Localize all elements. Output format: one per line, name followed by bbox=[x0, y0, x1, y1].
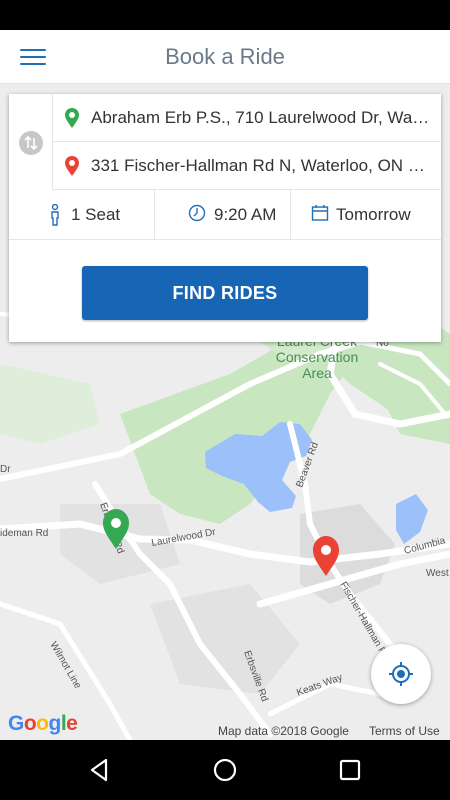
back-triangle-icon[interactable] bbox=[86, 756, 114, 784]
system-nav-bar bbox=[0, 740, 450, 800]
my-location-button[interactable] bbox=[371, 644, 431, 704]
street-label: ideman Rd bbox=[0, 528, 48, 539]
find-rides-button[interactable]: FIND RIDES bbox=[82, 266, 368, 320]
map-credit: Map data ©2018 Google bbox=[218, 724, 349, 738]
destination-field[interactable]: 331 Fischer-Hallman Rd N, Waterloo, ON N… bbox=[53, 142, 441, 190]
calendar-icon bbox=[311, 205, 329, 221]
destination-address: 331 Fischer-Hallman Rd N, Waterloo, ON N… bbox=[91, 156, 433, 175]
street-label: Wilmot Line bbox=[47, 640, 83, 691]
street-label: Fischer-Hallman R bbox=[337, 580, 388, 657]
time-selector[interactable]: 9:20 AM bbox=[155, 190, 291, 240]
my-location-icon bbox=[389, 662, 413, 686]
seat-selector[interactable]: 1 Seat bbox=[9, 190, 155, 240]
ride-options: 1 Seat 9:20 AM Tomorrow bbox=[9, 190, 441, 240]
park-area-5 bbox=[0, 364, 100, 444]
park-label: Conservation bbox=[276, 349, 359, 365]
home-circle-icon[interactable] bbox=[211, 756, 239, 784]
app-bar: Book a Ride bbox=[0, 30, 450, 84]
google-logo: Google bbox=[8, 712, 78, 735]
clock-icon bbox=[188, 204, 206, 222]
day-label: Tomorrow bbox=[336, 205, 411, 224]
day-selector[interactable]: Tomorrow bbox=[291, 190, 441, 240]
seat-label: 1 Seat bbox=[71, 205, 121, 224]
time-label: 9:20 AM bbox=[214, 205, 277, 224]
park-label: Area bbox=[302, 365, 332, 381]
page-title: Book a Ride bbox=[165, 44, 285, 69]
destination-pin-icon bbox=[65, 156, 79, 176]
origin-pin-icon bbox=[65, 108, 79, 128]
terms-of-use-link[interactable]: Terms of Use bbox=[369, 724, 440, 738]
swap-vertical-icon[interactable] bbox=[19, 131, 43, 155]
origin-address: Abraham Erb P.S., 710 Laurelwood Dr, Wat… bbox=[91, 108, 433, 127]
origin-field[interactable]: Abraham Erb P.S., 710 Laurelwood Dr, Wat… bbox=[53, 94, 441, 142]
street-label: Dr bbox=[0, 464, 11, 475]
swap-column bbox=[9, 94, 53, 190]
status-bar bbox=[0, 0, 450, 30]
person-icon bbox=[51, 204, 59, 226]
street-label: West bbox=[426, 568, 449, 579]
pond bbox=[396, 494, 428, 544]
recents-square-icon[interactable] bbox=[336, 756, 364, 784]
trip-card: Abraham Erb P.S., 710 Laurelwood Dr, Wat… bbox=[9, 94, 441, 342]
